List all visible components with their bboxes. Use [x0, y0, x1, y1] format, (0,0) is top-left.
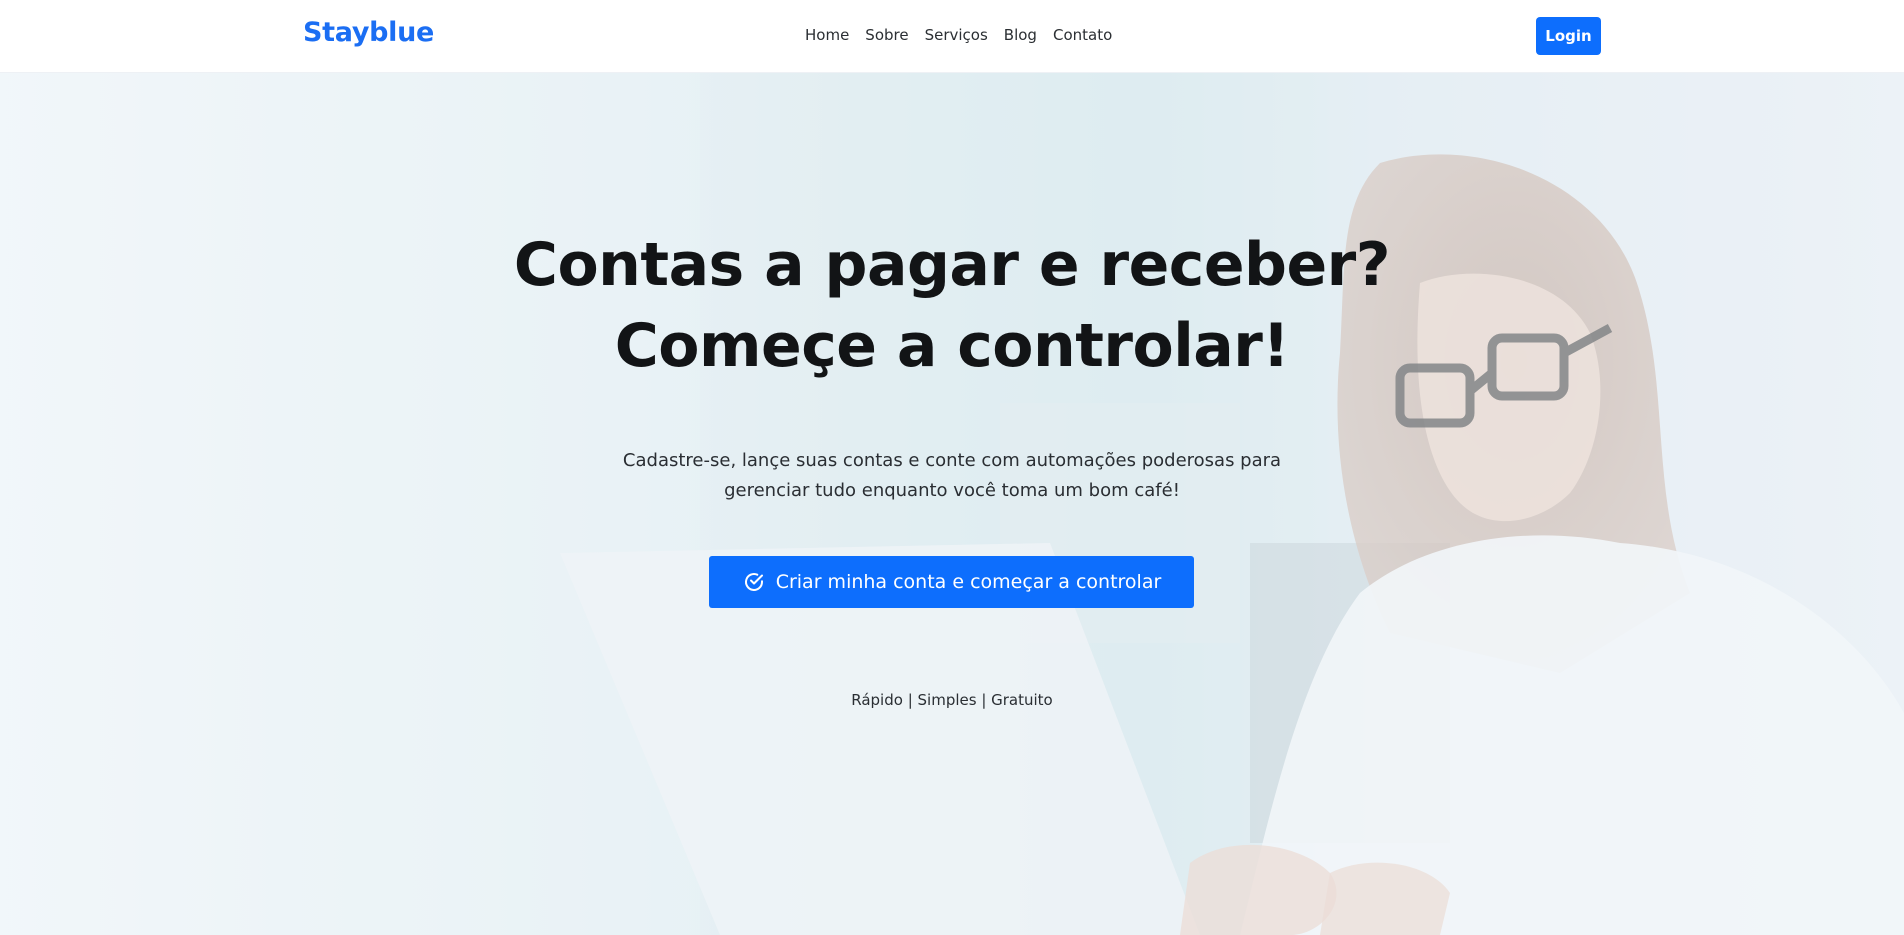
nav-link-blog[interactable]: Blog — [1004, 26, 1037, 44]
hero-content: Contas a pagar e receber? Começe a contr… — [0, 73, 1904, 935]
login-button[interactable]: Login — [1536, 17, 1601, 55]
headline-line-1: Contas a pagar e receber? — [513, 230, 1391, 300]
hero-tagline: Rápido | Simples | Gratuito — [851, 691, 1053, 709]
check-circle-icon — [744, 573, 763, 591]
subtitle-line-1: Cadastre-se, lançe suas contas e conte c… — [622, 450, 1282, 471]
nav-link-servicos[interactable]: Serviços — [925, 26, 988, 44]
nav-link-home[interactable]: Home — [805, 26, 849, 44]
headline-line-2: Começe a controlar! — [614, 311, 1290, 381]
hero-subtitle: Cadastre-se, lançe suas contas e conte c… — [602, 446, 1302, 506]
create-account-label: Criar minha conta e começar a controlar — [775, 571, 1162, 593]
subtitle-line-2: gerenciar tudo enquanto você toma um bom… — [724, 480, 1180, 501]
navbar: Stayblue Home Sobre Serviços Blog Contat… — [0, 0, 1904, 73]
create-account-button[interactable]: Criar minha conta e começar a controlar — [709, 556, 1194, 608]
hero-section: Contas a pagar e receber? Começe a contr… — [0, 73, 1904, 935]
nav-link-contato[interactable]: Contato — [1053, 26, 1112, 44]
brand-logo[interactable]: Stayblue — [303, 17, 434, 48]
hero-headline: Contas a pagar e receber? Começe a contr… — [452, 225, 1452, 387]
nav-menu: Home Sobre Serviços Blog Contato — [805, 26, 1128, 44]
nav-link-sobre[interactable]: Sobre — [865, 26, 908, 44]
